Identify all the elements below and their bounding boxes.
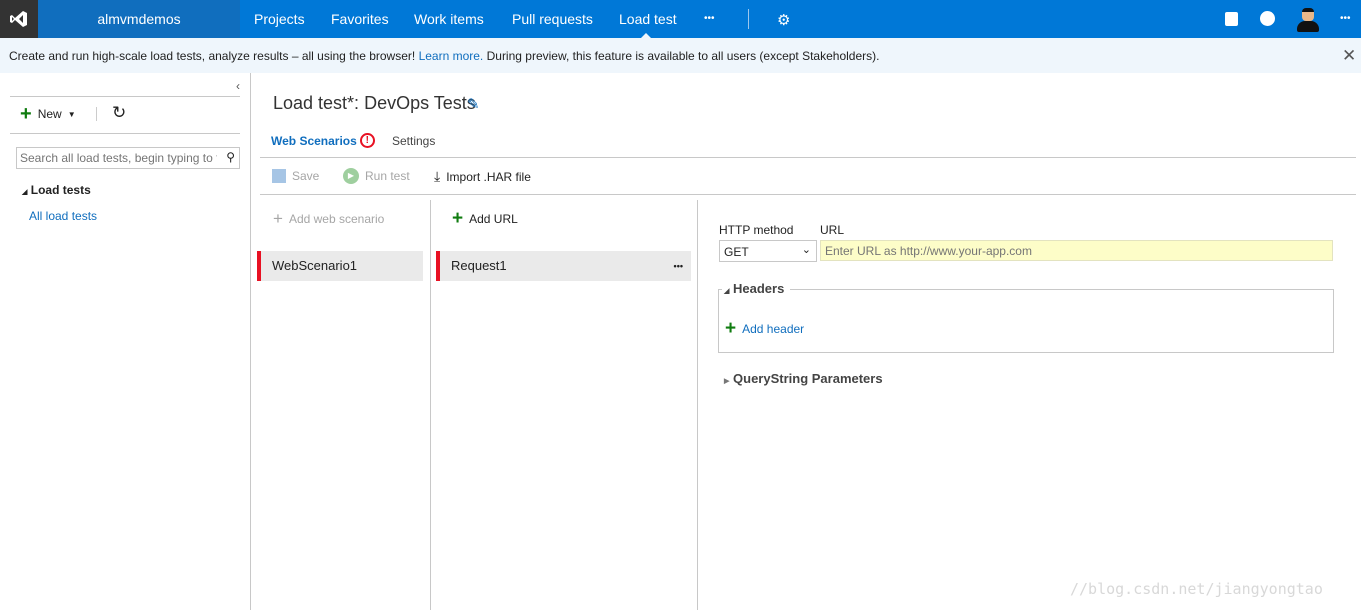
request-item[interactable]: Request1 ••• (436, 251, 691, 281)
divider (260, 194, 1356, 195)
add-web-scenario-label: Add web scenario (288, 212, 385, 226)
plus-icon: + (452, 208, 464, 229)
top-navigation-bar: almvmdemos Projects Favorites Work items… (0, 0, 1361, 38)
add-url-label: Add URL (469, 212, 518, 226)
more-nav-button[interactable]: ••• (704, 0, 715, 38)
http-method-select[interactable]: GET ⌄ (719, 240, 817, 262)
divider (748, 9, 749, 29)
visual-studio-logo-icon[interactable] (0, 0, 38, 38)
edit-title-pencil-icon[interactable]: ✎ (467, 95, 480, 113)
http-method-label: HTTP method (719, 223, 794, 237)
tab-label: Web Scenarios (271, 133, 357, 148)
tree-load-tests[interactable]: ◢ Load tests (22, 183, 91, 197)
scenario-item[interactable]: WebScenario1 (257, 251, 423, 281)
divider (10, 96, 240, 97)
tab-settings[interactable]: Settings (392, 134, 435, 148)
user-menu-more-button[interactable]: ••• (1340, 0, 1351, 38)
request-label: Request1 (451, 258, 507, 273)
learn-more-link[interactable]: Learn more. (419, 49, 484, 63)
plus-icon: + (273, 209, 283, 228)
request-more-button[interactable]: ••• (674, 251, 683, 281)
search-field[interactable] (17, 148, 217, 168)
new-button[interactable]: + New ▼ (20, 103, 76, 125)
error-icon: ! (359, 133, 375, 148)
save-disk-icon (272, 169, 286, 183)
querystring-label: QueryString Parameters (733, 371, 883, 386)
plus-icon: + (725, 318, 737, 339)
chevron-down-icon: ⌄ (801, 244, 811, 256)
save-button[interactable]: Save (272, 169, 319, 183)
add-header-button[interactable]: + Add header (725, 318, 805, 339)
feedback-smiley-icon[interactable] (1260, 11, 1275, 26)
expanded-triangle-icon: ◢ (724, 288, 730, 295)
add-web-scenario-button[interactable]: + Add web scenario (273, 209, 385, 228)
column-divider (430, 200, 431, 610)
add-url-button[interactable]: + Add URL (452, 208, 518, 229)
download-arrow-icon: ⤓ (434, 168, 441, 184)
save-label: Save (292, 169, 320, 183)
import-har-button[interactable]: ⤓ Import .HAR file (434, 168, 531, 185)
divider (96, 107, 97, 121)
run-test-button[interactable]: ▶ Run test (343, 168, 410, 184)
collapsed-triangle-icon: ▶ (724, 378, 730, 385)
marketplace-bag-icon[interactable] (1225, 12, 1238, 26)
divider (10, 133, 240, 134)
url-input[interactable] (820, 240, 1333, 261)
headers-toggle[interactable]: ◢ Headers (722, 281, 791, 296)
column-divider (697, 200, 698, 610)
play-icon: ▶ (343, 168, 359, 184)
method-value: GET (724, 245, 749, 259)
search-load-tests-input[interactable]: ⚲ (16, 147, 240, 169)
nav-favorites[interactable]: Favorites (331, 0, 389, 38)
divider (260, 157, 1356, 158)
sidebar-divider (250, 73, 251, 610)
search-icon[interactable]: ⚲ (226, 150, 235, 164)
nav-projects[interactable]: Projects (254, 0, 305, 38)
all-load-tests-link[interactable]: All load tests (29, 209, 97, 223)
plus-icon: + (20, 103, 32, 125)
user-avatar[interactable] (1296, 6, 1320, 32)
refresh-icon[interactable]: ↻ (112, 103, 126, 123)
run-label: Run test (365, 169, 410, 183)
tab-web-scenarios[interactable]: Web Scenarios ! (271, 133, 375, 148)
organization-name[interactable]: almvmdemos (38, 0, 240, 38)
headers-label: Headers (733, 281, 785, 296)
new-label: New (37, 107, 62, 121)
nav-work-items[interactable]: Work items (414, 0, 484, 38)
collapse-sidebar-icon[interactable]: ‹ (236, 79, 240, 93)
banner-text-2: During preview, this feature is availabl… (483, 49, 880, 63)
banner-text: Create and run high-scale load tests, an… (9, 49, 419, 63)
querystring-toggle[interactable]: ▶ QueryString Parameters (724, 371, 883, 386)
settings-gear-icon[interactable]: ⚙ (777, 11, 790, 29)
watermark: //blog.csdn.net/jiangyongtao (1070, 580, 1323, 598)
add-header-label: Add header (742, 322, 805, 336)
url-label: URL (820, 223, 845, 237)
tree-header-label: Load tests (30, 183, 91, 197)
preview-banner: Create and run high-scale load tests, an… (0, 38, 1361, 73)
import-label: Import .HAR file (446, 169, 531, 184)
expanded-triangle-icon: ◢ (22, 189, 28, 196)
headers-section (718, 289, 1334, 353)
close-banner-icon[interactable]: ✕ (1342, 46, 1356, 66)
caret-down-icon: ▼ (67, 109, 76, 119)
page-title: Load test*: DevOps Tests (273, 93, 476, 113)
nav-pull-requests[interactable]: Pull requests (512, 0, 593, 38)
